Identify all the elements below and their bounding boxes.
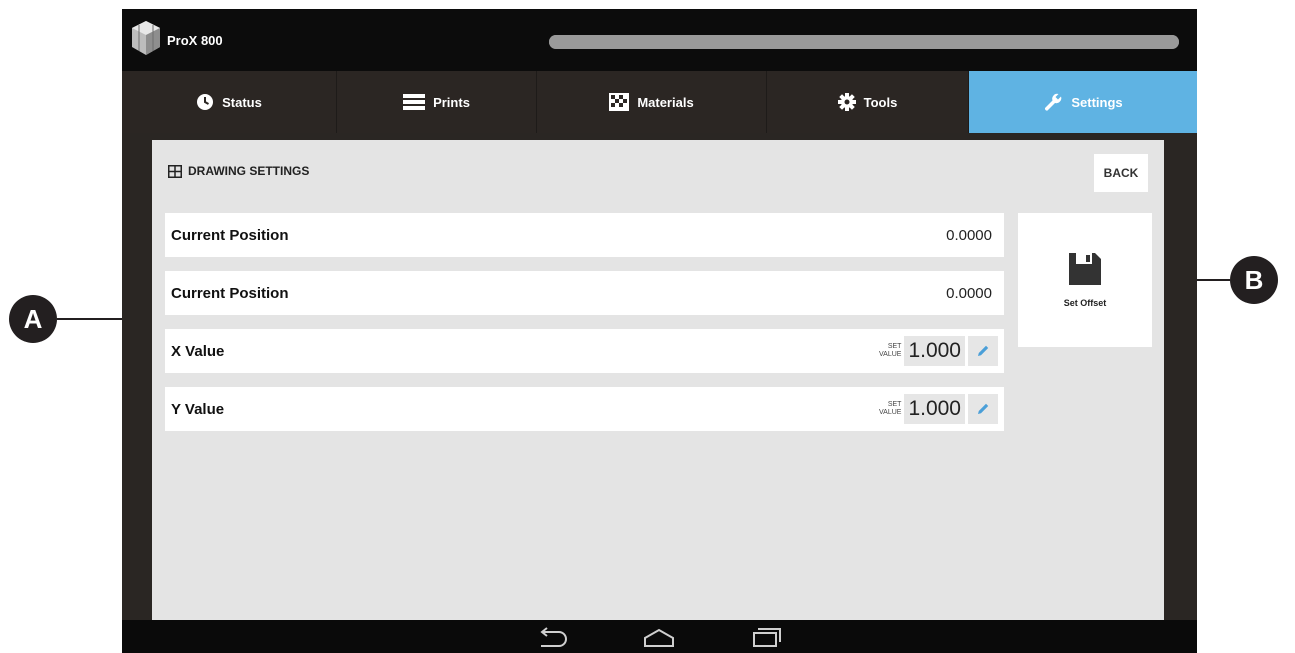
- tab-materials[interactable]: Materials: [537, 71, 767, 133]
- row-value: 0.0000: [946, 284, 992, 302]
- clock-icon: [197, 94, 214, 110]
- gear-icon: [837, 93, 856, 111]
- floppy-disk-icon: [1069, 253, 1101, 285]
- callout-b: B: [1230, 256, 1278, 304]
- panel-header: DRAWING SETTINGS: [168, 164, 309, 178]
- main-tabs: Status Prints Materials Tools Settings: [122, 71, 1197, 133]
- x-value-setter: SET VALUE 1.000: [879, 336, 998, 366]
- y-value-field[interactable]: 1.000: [904, 394, 965, 424]
- back-arrow-icon[interactable]: [535, 626, 569, 648]
- y-value-setter: SET VALUE 1.000: [879, 394, 998, 424]
- grid-icon: [168, 164, 182, 178]
- set-value-caption: SET VALUE: [879, 401, 902, 416]
- app-title: ProX 800: [167, 33, 223, 48]
- progress-bar: [549, 35, 1179, 49]
- y-value-row: Y Value SET VALUE 1.000: [165, 387, 1004, 431]
- tab-settings[interactable]: Settings: [969, 71, 1197, 133]
- list-icon: [403, 94, 426, 110]
- drawing-settings-panel: DRAWING SETTINGS BACK Current Position 0…: [152, 140, 1164, 620]
- tab-tools[interactable]: Tools: [767, 71, 969, 133]
- tab-tools-label: Tools: [863, 94, 898, 110]
- tab-status-label: Status: [222, 94, 262, 110]
- recent-apps-icon[interactable]: [750, 626, 784, 648]
- tab-prints[interactable]: Prints: [337, 71, 537, 133]
- set-offset-button[interactable]: Set Offset: [1018, 213, 1152, 347]
- top-bar: ProX 800: [122, 9, 1197, 71]
- set-value-caption: SET VALUE: [879, 343, 902, 358]
- tab-prints-label: Prints: [433, 94, 470, 110]
- device-screen: ProX 800 Status Prints Materials Tools S…: [122, 9, 1197, 653]
- row-label: X Value: [171, 342, 225, 360]
- x-value-edit-button[interactable]: [968, 336, 998, 366]
- system-nav-bar: [122, 620, 1197, 653]
- current-position-row: Current Position 0.0000: [165, 213, 1004, 257]
- current-position-row: Current Position 0.0000: [165, 271, 1004, 315]
- row-label: Current Position: [171, 226, 289, 244]
- x-value-row: X Value SET VALUE 1.000: [165, 329, 1004, 373]
- tab-materials-label: Materials: [637, 94, 694, 110]
- set-offset-label: Set Offset: [1063, 298, 1107, 308]
- row-label: Y Value: [171, 400, 225, 418]
- checker-icon: [609, 93, 630, 111]
- x-value-field[interactable]: 1.000: [904, 336, 965, 366]
- tab-settings-label: Settings: [1071, 94, 1123, 110]
- panel-title: DRAWING SETTINGS: [188, 164, 310, 178]
- home-icon[interactable]: [642, 626, 676, 648]
- prox-logo-icon: [132, 21, 160, 55]
- back-button[interactable]: BACK: [1094, 154, 1148, 192]
- y-value-edit-button[interactable]: [968, 394, 998, 424]
- row-value: 0.0000: [946, 226, 992, 244]
- pencil-icon: [978, 345, 989, 356]
- callout-a: A: [9, 295, 57, 343]
- row-label: Current Position: [171, 284, 289, 302]
- progress-fill: [549, 35, 1179, 49]
- pencil-icon: [978, 403, 989, 414]
- tab-status[interactable]: Status: [122, 71, 337, 133]
- wrench-icon: [1045, 93, 1062, 111]
